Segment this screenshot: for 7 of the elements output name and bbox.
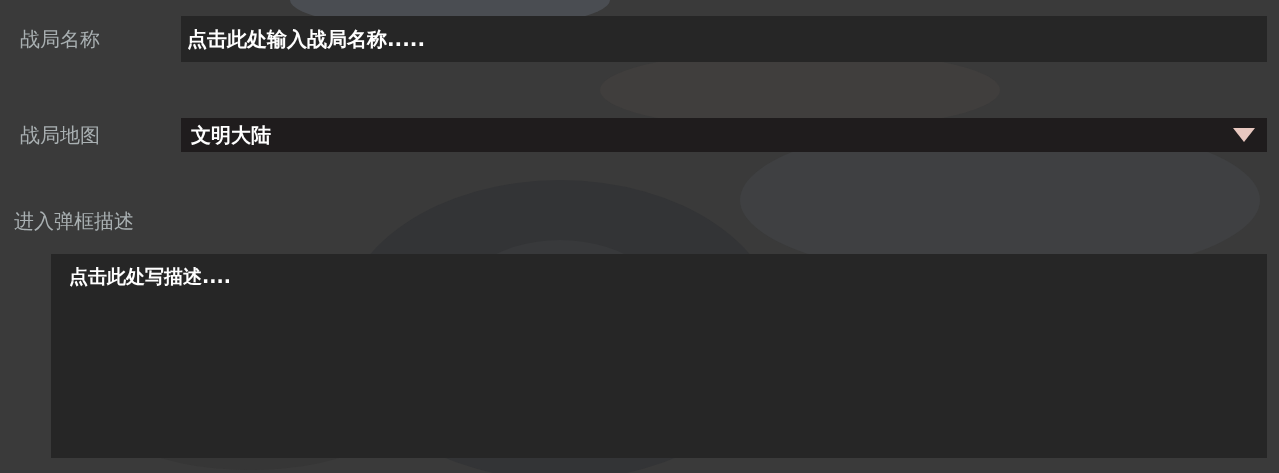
name-input-field[interactable]: 点击此处输入战局名称.....	[181, 16, 1267, 62]
description-text-area[interactable]: 点击此处写描述....	[51, 254, 1267, 458]
field-label: 进入弹框描述	[13, 208, 135, 235]
field-label: 战局地图	[19, 122, 101, 149]
dropdown-triangle-icon	[1233, 128, 1255, 142]
field-label: 战局名称	[19, 26, 101, 53]
map-dropdown[interactable]: 文明大陆	[181, 118, 1267, 152]
